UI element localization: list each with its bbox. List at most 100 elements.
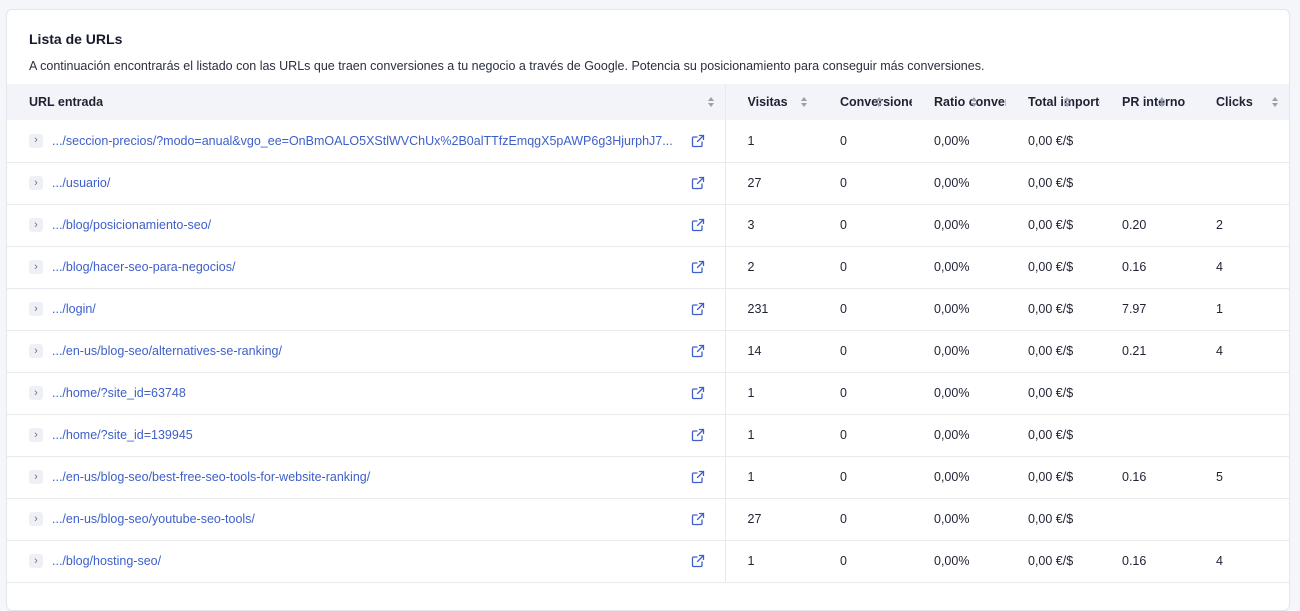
- cell-conversiones: 0: [840, 344, 847, 358]
- cell-ratio: 0,00%: [934, 554, 970, 568]
- cell-visitas: 231: [747, 302, 769, 316]
- external-link-icon[interactable]: [691, 302, 705, 316]
- column-header-ratio[interactable]: Ratio conversión: [912, 84, 1006, 120]
- url-link[interactable]: .../en-us/blog-seo/youtube-seo-tools/: [52, 512, 677, 526]
- external-link-icon[interactable]: [691, 218, 705, 232]
- cell-total: 0,00 €/$: [1028, 218, 1074, 232]
- chevron-right-icon[interactable]: ›: [29, 386, 43, 400]
- url-link[interactable]: .../en-us/blog-seo/best-free-seo-tools-f…: [52, 470, 677, 484]
- cell-url: › .../en-us/blog-seo/youtube-seo-tools/: [7, 498, 726, 540]
- chevron-right-icon[interactable]: ›: [29, 554, 43, 568]
- cell-url: › .../home/?site_id=139945: [7, 414, 726, 456]
- url-link[interactable]: .../blog/hosting-seo/: [52, 554, 677, 568]
- external-link-icon[interactable]: [691, 512, 705, 526]
- chevron-right-icon[interactable]: ›: [29, 470, 43, 484]
- cell-pr: [1100, 498, 1194, 540]
- external-link-icon[interactable]: [691, 470, 705, 484]
- chevron-right-icon[interactable]: ›: [29, 176, 43, 190]
- cell-ratio: 0,00%: [934, 344, 970, 358]
- cell-total: 0,00 €/$: [1028, 512, 1074, 526]
- cell-visitas: 3: [747, 218, 755, 232]
- sort-icon[interactable]: [707, 96, 715, 108]
- cell-visitas: 27: [747, 512, 762, 526]
- cell-pr: 0.16: [1122, 470, 1147, 484]
- external-link-icon[interactable]: [691, 344, 705, 358]
- external-link-icon[interactable]: [691, 554, 705, 568]
- cell-total: 0,00 €/$: [1028, 260, 1074, 274]
- chevron-right-icon[interactable]: ›: [29, 344, 43, 358]
- cell-ratio: 0,00%: [934, 260, 970, 274]
- chevron-right-icon[interactable]: ›: [29, 133, 43, 148]
- chevron-right-icon[interactable]: ›: [29, 218, 43, 232]
- table-row[interactable]: › .../seccion-precios/?modo=anual&vgo_ee=…: [7, 120, 1289, 162]
- cell-conversiones: 0: [840, 386, 847, 400]
- cell-ratio: 0,00%: [934, 218, 970, 232]
- cell-clicks: [1194, 120, 1289, 162]
- sort-icon[interactable]: [800, 96, 808, 108]
- column-header-visitas[interactable]: Visitas: [725, 84, 818, 120]
- external-link-icon[interactable]: [691, 428, 705, 442]
- table-row[interactable]: › .../home/?site_id=139945 1 0 0,00% 0,00 €/$: [7, 414, 1289, 456]
- external-link-icon[interactable]: [691, 260, 705, 274]
- table-row[interactable]: › .../blog/hacer-seo-para-negocios/2 0 0,00…: [7, 246, 1289, 288]
- cell-pr: 0.16: [1122, 260, 1147, 274]
- cell-total: 0,00 €/$: [1028, 428, 1074, 442]
- cell-total: 0,00 €/$: [1028, 470, 1074, 484]
- sort-icon[interactable]: [1063, 96, 1071, 108]
- external-link-icon[interactable]: [691, 386, 705, 400]
- cell-total: 0,00 €/$: [1028, 344, 1074, 358]
- urls-table: URL entrada Visitas Conversiones Ratio c…: [7, 84, 1289, 583]
- cell-url: › .../home/?site_id=63748: [7, 372, 726, 414]
- chevron-right-icon[interactable]: ›: [29, 260, 43, 274]
- chevron-right-icon[interactable]: ›: [29, 428, 43, 442]
- sort-icon[interactable]: [875, 96, 883, 108]
- table-row[interactable]: › .../blog/hosting-seo/1 0 0,00% 0,00 €/$ 0.1…: [7, 540, 1289, 582]
- url-link[interactable]: .../login/: [52, 302, 677, 316]
- url-link[interactable]: .../home/?site_id=63748: [52, 386, 677, 400]
- table-row[interactable]: › .../en-us/blog-seo/youtube-seo-tools/27…: [7, 498, 1289, 540]
- column-header-pr[interactable]: PR interno: [1100, 84, 1194, 120]
- url-link[interactable]: .../en-us/blog-seo/alternatives-se-ranki…: [52, 344, 677, 358]
- cell-clicks: [1194, 162, 1289, 204]
- column-header-url[interactable]: URL entrada: [7, 84, 726, 120]
- table-row[interactable]: › .../en-us/blog-seo/alternatives-se-rank…: [7, 330, 1289, 372]
- cell-clicks: 4: [1216, 554, 1223, 568]
- url-link[interactable]: .../blog/hacer-seo-para-negocios/: [52, 260, 677, 274]
- cell-url: › .../blog/hacer-seo-para-negocios/: [7, 246, 726, 288]
- external-link-icon[interactable]: [691, 134, 705, 148]
- cell-ratio: 0,00%: [934, 302, 970, 316]
- column-header-clicks[interactable]: Clicks: [1194, 84, 1289, 120]
- cell-ratio: 0,00%: [934, 428, 970, 442]
- table-row[interactable]: › .../home/?site_id=63748 1 0 0,00% 0,00 €/$: [7, 372, 1289, 414]
- card-title: Lista de URLs: [29, 31, 123, 47]
- cell-conversiones: 0: [840, 470, 847, 484]
- table-row[interactable]: › .../en-us/blog-seo/best-free-seo-tools-…: [7, 456, 1289, 498]
- cell-conversiones: 0: [840, 512, 847, 526]
- card-description: A continuación encontrarás el listado co…: [29, 59, 985, 73]
- table-row[interactable]: › .../usuario/27 0 0,00% 0,00 €/$: [7, 162, 1289, 204]
- url-link[interactable]: .../home/?site_id=139945: [52, 428, 677, 442]
- url-link[interactable]: .../usuario/: [52, 176, 677, 190]
- cell-clicks: [1194, 414, 1289, 456]
- cell-conversiones: 0: [840, 176, 847, 190]
- cell-pr: 0.21: [1122, 344, 1147, 358]
- chevron-right-icon[interactable]: ›: [29, 512, 43, 526]
- cell-total: 0,00 €/$: [1028, 554, 1074, 568]
- cell-visitas: 1: [747, 133, 755, 148]
- url-link[interactable]: .../seccion-precios/?modo=anual&vgo_ee=O…: [52, 134, 677, 148]
- cell-conversiones: 0: [840, 260, 847, 274]
- chevron-right-icon[interactable]: ›: [29, 302, 43, 316]
- cell-url: › .../login/: [7, 288, 726, 330]
- table-header-row: URL entrada Visitas Conversiones Ratio c…: [7, 84, 1289, 120]
- external-link-icon[interactable]: [691, 176, 705, 190]
- table-row[interactable]: › .../blog/posicionamiento-seo/3 0 0,00% 0,0…: [7, 204, 1289, 246]
- cell-conversiones: 0: [840, 302, 847, 316]
- sort-icon[interactable]: [1158, 96, 1166, 108]
- url-link[interactable]: .../blog/posicionamiento-seo/: [52, 218, 677, 232]
- sort-icon[interactable]: [970, 96, 978, 108]
- sort-icon[interactable]: [1271, 96, 1279, 108]
- column-header-total[interactable]: Total importe: [1006, 84, 1100, 120]
- cell-pr: [1100, 120, 1194, 162]
- table-row[interactable]: › .../login/231 0 0,00% 0,00 €/$ 7.97 1: [7, 288, 1289, 330]
- column-header-conversiones[interactable]: Conversiones: [818, 84, 912, 120]
